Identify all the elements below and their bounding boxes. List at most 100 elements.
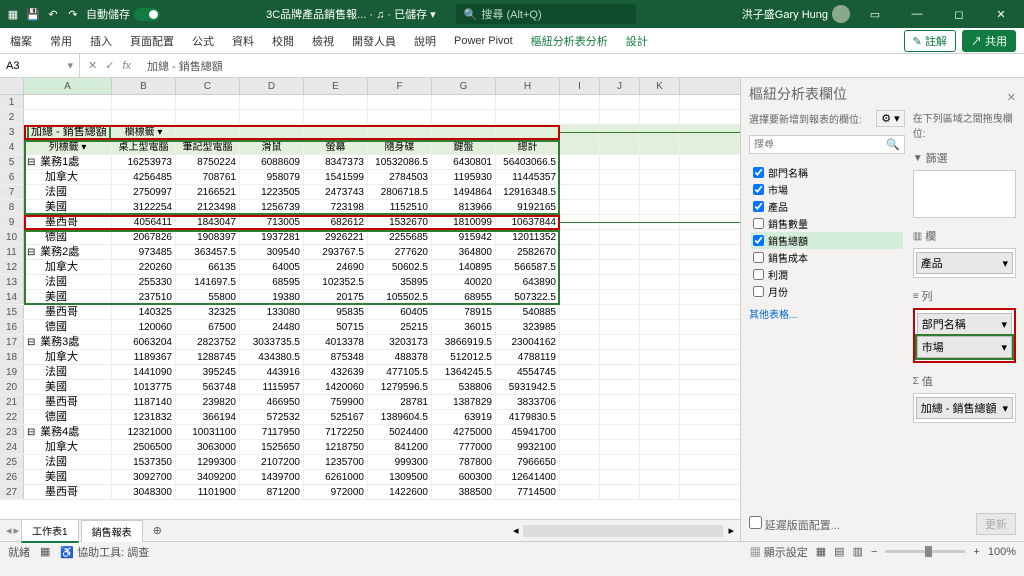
cell[interactable] [496, 95, 560, 109]
cell[interactable]: 1494864 [432, 185, 496, 199]
cell[interactable]: 309540 [240, 245, 304, 259]
cell[interactable]: 4256485 [112, 170, 176, 184]
cell[interactable]: 滑鼠 [240, 140, 304, 154]
cell[interactable]: 6088609 [240, 155, 304, 169]
autosave-switch[interactable] [134, 8, 160, 21]
cell[interactable]: 1013775 [112, 380, 176, 394]
cell[interactable]: 507322.5 [496, 290, 560, 304]
cell[interactable]: 713005 [240, 215, 304, 229]
cell[interactable]: 5931942.5 [496, 380, 560, 394]
cell[interactable] [640, 380, 680, 394]
cell[interactable] [240, 95, 304, 109]
cell[interactable]: 643890 [496, 275, 560, 289]
cell[interactable]: 法國 [24, 455, 112, 469]
cell[interactable] [432, 125, 496, 139]
cell[interactable]: 2506500 [112, 440, 176, 454]
hscroll-right[interactable]: ▸ [728, 524, 734, 537]
cell[interactable]: 1937281 [240, 230, 304, 244]
row-header[interactable]: 9 [0, 215, 24, 229]
cell[interactable] [640, 95, 680, 109]
row-header[interactable]: 19 [0, 365, 24, 379]
cell[interactable] [600, 350, 640, 364]
cell[interactable]: 488378 [368, 350, 432, 364]
cell[interactable] [640, 395, 680, 409]
cell[interactable]: 1187140 [112, 395, 176, 409]
cell[interactable]: 法國 [24, 185, 112, 199]
cell[interactable]: 墨西哥 [24, 215, 112, 229]
row-header[interactable]: 3 [0, 125, 24, 139]
confirm-formula-icon[interactable]: ✓ [105, 59, 114, 72]
cell[interactable] [560, 245, 600, 259]
cell[interactable] [640, 110, 680, 124]
cell[interactable] [600, 320, 640, 334]
ribbon-tab[interactable]: 說明 [412, 29, 438, 53]
cell[interactable] [640, 485, 680, 499]
field-item[interactable]: 銷售數量 [751, 215, 903, 232]
cell[interactable]: 12321000 [112, 425, 176, 439]
more-tables-link[interactable]: 其他表格... [749, 306, 905, 321]
cell[interactable] [640, 125, 680, 139]
cell[interactable]: 512012.5 [432, 350, 496, 364]
cell[interactable] [640, 410, 680, 424]
cell[interactable]: 1223505 [240, 185, 304, 199]
column-header[interactable]: C [176, 78, 240, 94]
cell[interactable]: 1195930 [432, 170, 496, 184]
row-header[interactable]: 7 [0, 185, 24, 199]
cell[interactable] [560, 485, 600, 499]
cell[interactable]: 加總 - 銷售總額 [24, 125, 112, 139]
minimize-icon[interactable]: — [900, 0, 934, 28]
cell[interactable]: 3866919.5 [432, 335, 496, 349]
cell[interactable]: 366194 [176, 410, 240, 424]
cell[interactable] [600, 290, 640, 304]
rows-drop-zone[interactable]: 部門名稱▾ 市場▾ [913, 308, 1016, 363]
cell[interactable] [304, 95, 368, 109]
columns-drop-zone[interactable]: 產品▾ [913, 248, 1016, 278]
cell[interactable]: 64005 [240, 260, 304, 274]
cell[interactable]: 1537350 [112, 455, 176, 469]
cell[interactable]: 6063204 [112, 335, 176, 349]
cell[interactable]: 759900 [304, 395, 368, 409]
cell[interactable]: 桌上型電腦 [112, 140, 176, 154]
cell[interactable]: 682612 [304, 215, 368, 229]
cell[interactable]: 1541599 [304, 170, 368, 184]
cell[interactable] [176, 110, 240, 124]
cell[interactable]: 23004162 [496, 335, 560, 349]
field-item[interactable]: 月份 [751, 283, 903, 300]
cell[interactable] [560, 215, 600, 229]
cell[interactable] [560, 395, 600, 409]
close-icon[interactable]: ✕ [984, 0, 1018, 28]
cell[interactable]: 3048300 [112, 485, 176, 499]
cell[interactable] [640, 200, 680, 214]
cell[interactable]: ⊟ 業務4處 [24, 425, 112, 439]
cell[interactable] [304, 110, 368, 124]
cell[interactable]: 434380.5 [240, 350, 304, 364]
cell[interactable] [600, 425, 640, 439]
cell[interactable]: 墨西哥 [24, 395, 112, 409]
cell[interactable]: 3063000 [176, 440, 240, 454]
undo-icon[interactable]: ↶ [46, 7, 60, 21]
cell[interactable]: 36015 [432, 320, 496, 334]
cell[interactable] [600, 485, 640, 499]
cell[interactable] [600, 260, 640, 274]
cell[interactable]: 443916 [240, 365, 304, 379]
row-header[interactable]: 23 [0, 425, 24, 439]
ribbon-tab[interactable]: Power Pivot [452, 31, 515, 51]
value-field-item[interactable]: 加總 - 銷售總額▾ [916, 397, 1013, 419]
cell[interactable] [640, 320, 680, 334]
cell[interactable]: 395245 [176, 365, 240, 379]
cell[interactable]: 美國 [24, 290, 112, 304]
cell[interactable]: 6261000 [304, 470, 368, 484]
cell[interactable]: 7714500 [496, 485, 560, 499]
sheet-nav-next[interactable]: ▸ [14, 524, 20, 537]
cell[interactable]: 1288745 [176, 350, 240, 364]
cell[interactable] [600, 125, 640, 139]
cell[interactable]: 法國 [24, 365, 112, 379]
ribbon-tab[interactable]: 公式 [190, 29, 216, 53]
cell[interactable]: 66135 [176, 260, 240, 274]
cell[interactable]: 德國 [24, 230, 112, 244]
update-button[interactable]: 更新 [976, 513, 1016, 535]
cell[interactable] [600, 170, 640, 184]
cell[interactable] [560, 260, 600, 274]
row-header[interactable]: 22 [0, 410, 24, 424]
cell[interactable] [560, 95, 600, 109]
